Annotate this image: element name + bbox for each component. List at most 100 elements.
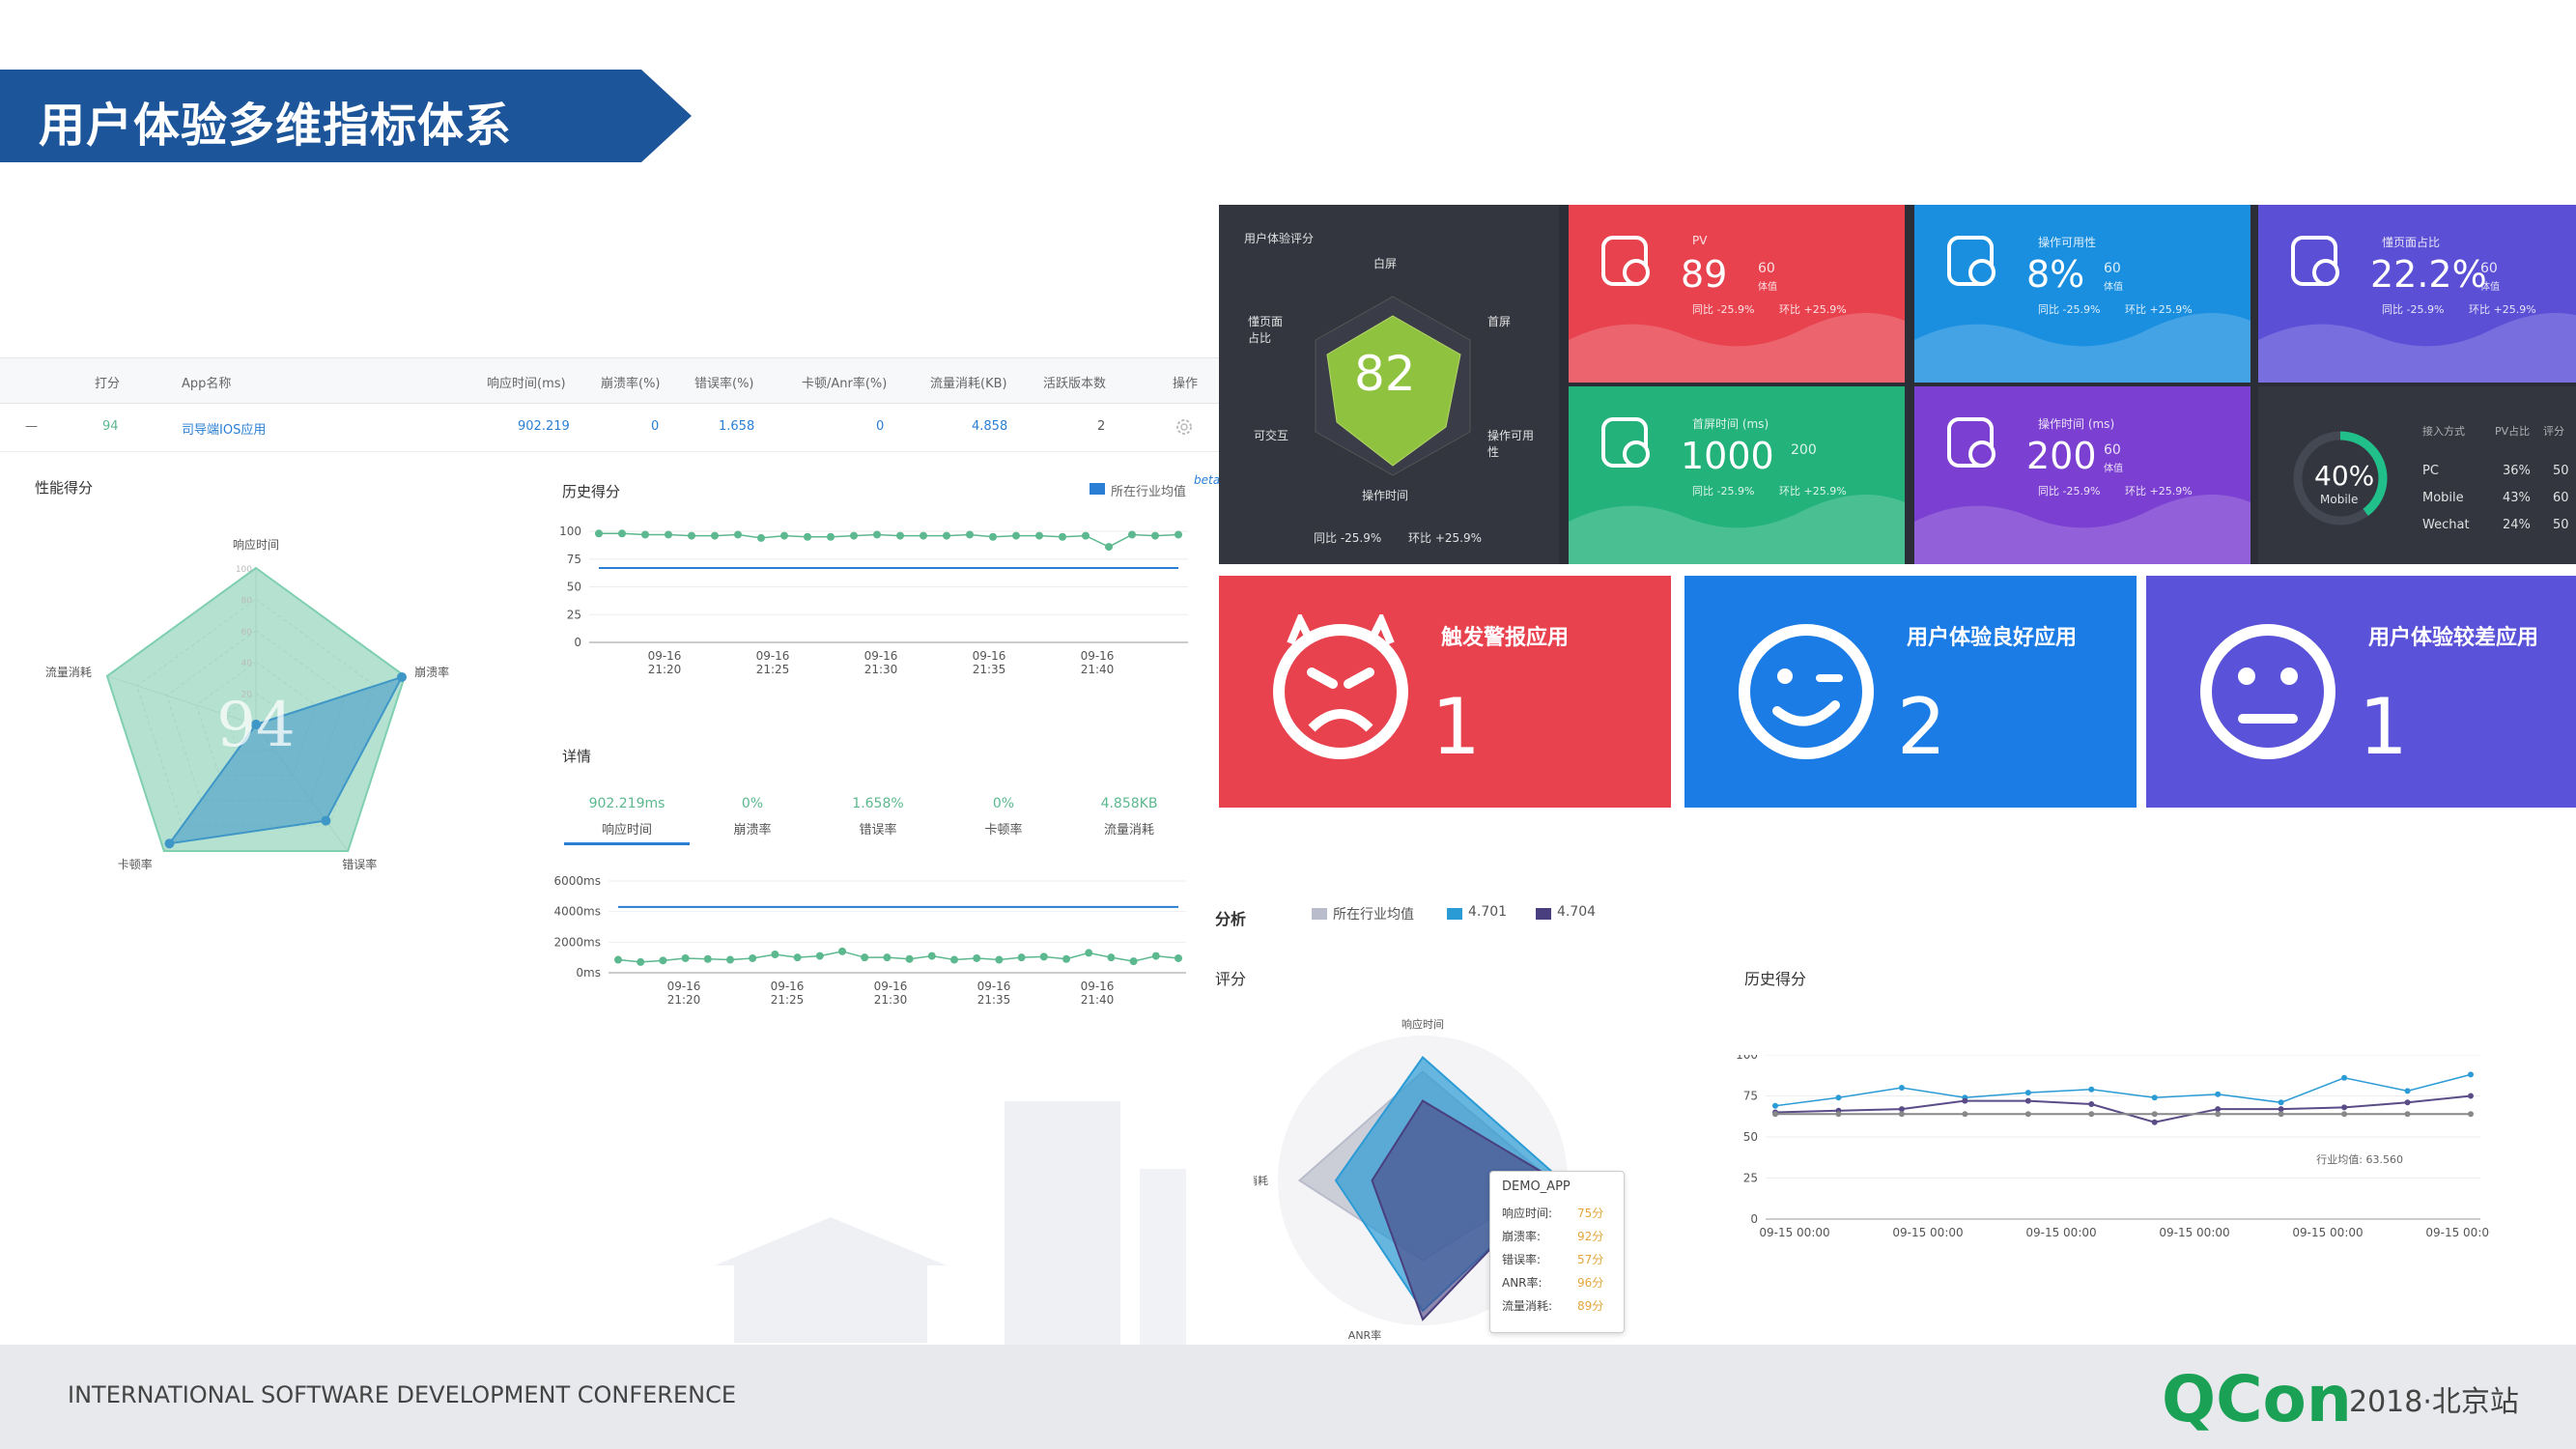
metric-card[interactable]: 操作时间 (ms) 200 60 体值 同比 -25.9% 环比 +25.9%: [1914, 386, 2250, 564]
metric-mom: 环比 +25.9%: [2469, 303, 2536, 316]
data-point: [966, 530, 974, 539]
col-app-name[interactable]: App名称: [182, 373, 231, 391]
legend-item[interactable]: 4.701: [1468, 904, 1507, 920]
tooltip-label: 崩溃率:: [1502, 1230, 1542, 1243]
metric-card[interactable]: 首屏时间 (ms) 1000 200 同比 -25.9% 环比 +25.9%: [1569, 386, 1905, 564]
data-point: [1151, 531, 1159, 540]
metric-value: 1000: [1681, 435, 1774, 477]
col-score[interactable]: 打分: [95, 373, 120, 391]
pv-cell: PC: [2422, 464, 2439, 478]
data-point: [896, 531, 904, 540]
label-first-screen: 首屏: [1487, 315, 1512, 328]
data-point: [637, 957, 645, 966]
br-history-title: 历史得分: [1744, 970, 1807, 988]
expand-toggle[interactable]: —: [25, 419, 38, 434]
detail-value[interactable]: 0%: [699, 796, 806, 811]
radar-tick: 60: [241, 628, 253, 638]
metric-mom: 环比 +25.9%: [2125, 485, 2193, 497]
tooltip-value: 75分: [1577, 1207, 1604, 1220]
col-versions[interactable]: 活跃版本数: [1043, 373, 1106, 391]
detail-active-indicator: [564, 842, 690, 845]
x-tick-label: 21:25: [771, 993, 805, 1007]
data-point: [641, 530, 649, 539]
slide-title: 用户体验多维指标体系: [39, 99, 513, 153]
y-tick-label: 25: [1743, 1172, 1758, 1185]
col-traffic[interactable]: 流量消耗(KB): [930, 373, 1007, 391]
row-crash: 0: [651, 419, 660, 434]
data-point: [665, 530, 672, 539]
col-crash[interactable]: 崩溃率(%): [601, 373, 661, 391]
detail-value[interactable]: 4.858KB: [1076, 796, 1182, 811]
history-title: 历史得分: [562, 483, 621, 500]
pv-cell: Mobile: [2422, 491, 2464, 505]
detail-value[interactable]: 0%: [950, 796, 1057, 811]
detail-label[interactable]: 崩溃率: [699, 819, 806, 838]
x-tick-label: 09-16: [1081, 980, 1115, 993]
legend-industry-avg[interactable]: 所在行业均值: [1111, 481, 1186, 499]
data-point: [1017, 953, 1026, 962]
detail-label[interactable]: 卡顿率: [950, 819, 1057, 838]
row-anr: 0: [876, 419, 885, 434]
x-tick-label: 21:20: [667, 993, 701, 1007]
tooltip-value: 96分: [1577, 1276, 1604, 1290]
data-point: [1835, 1111, 1842, 1118]
data-point: [815, 952, 824, 960]
radar-axis-label: 响应时间: [233, 537, 279, 552]
col-response[interactable]: 响应时间(ms): [487, 373, 566, 391]
pv-header: 评分: [2543, 425, 2564, 438]
ux-score: 82: [1354, 346, 1416, 402]
history-line-chart: 100755025009-1621:2009-1621:2509-1621:30…: [559, 525, 1188, 676]
label-op-time: 操作时间: [1362, 489, 1409, 502]
x-tick-label: 09-16: [977, 980, 1011, 993]
tooltip-label: 流量消耗:: [1502, 1299, 1553, 1313]
row-app-name[interactable]: 司导端IOS应用: [182, 419, 266, 438]
y-tick-label: 0: [574, 636, 581, 649]
metric-label: 首屏时间 (ms): [1692, 417, 1769, 431]
data-point: [2088, 1101, 2095, 1107]
radar-axis-label: ANR率: [1348, 1328, 1381, 1342]
gear-icon[interactable]: [1175, 417, 1194, 437]
legend-item[interactable]: 所在行业均值: [1333, 904, 1414, 923]
data-point: [1062, 954, 1070, 963]
score-panel: 用户体验评分 82 白屏 首屏 操作可用性 操作时间 可交互 懂页面占比 同比 …: [1219, 205, 1559, 564]
data-point: [1129, 957, 1138, 966]
x-tick-label: 09-15 00:00: [2159, 1226, 2229, 1239]
x-tick-label: 21:35: [973, 663, 1006, 676]
legend-swatch: [1536, 908, 1551, 920]
y-tick-label: 100: [559, 525, 581, 538]
data-point: [2151, 1094, 2158, 1101]
y-tick-label: 25: [567, 608, 581, 621]
metric-card[interactable]: 操作可用性 8% 60 体值 同比 -25.9% 环比 +25.9%: [1914, 205, 2250, 383]
y-tick-label: 0: [1750, 1212, 1758, 1226]
alert-card[interactable]: 用户体验较差应用 1: [2146, 576, 2576, 808]
detail-value[interactable]: 902.219ms: [574, 796, 680, 811]
radar-tick: 80: [241, 596, 253, 606]
detail-value[interactable]: 1.658%: [825, 796, 931, 811]
data-point: [1898, 1085, 1905, 1091]
series-line: [617, 951, 1179, 963]
col-anr[interactable]: 卡顿/Anr率(%): [802, 373, 887, 391]
data-point: [780, 531, 788, 540]
col-error[interactable]: 错误率(%): [694, 373, 754, 391]
data-point: [1962, 1111, 1968, 1118]
legend-item[interactable]: 4.704: [1557, 904, 1596, 920]
x-tick-label: 09-15 00:00: [2425, 1226, 2490, 1239]
score-panel-title: 用户体验评分: [1244, 232, 1315, 245]
detail-label[interactable]: 错误率: [825, 819, 931, 838]
data-point: [1835, 1094, 1842, 1101]
data-point: [861, 953, 869, 962]
data-point: [838, 947, 846, 955]
x-tick-label: 09-15 00:00: [2025, 1226, 2096, 1239]
perf-title: 性能得分: [35, 479, 94, 497]
metric-baseline-label: 体值: [2104, 282, 2123, 293]
detail-label[interactable]: 响应时间: [574, 819, 680, 838]
metric-yoy: 同比 -25.9%: [2382, 303, 2445, 316]
alert-card[interactable]: 触发警报应用 1: [1219, 576, 1671, 808]
mobile-percent: 40%: [2314, 460, 2375, 492]
metric-card[interactable]: 懂页面占比 22.2% 60 体值 同比 -25.9% 环比 +25.9%: [2258, 205, 2576, 383]
metric-card[interactable]: PV 89 60 体值 同比 -25.9% 环比 +25.9%: [1569, 205, 1905, 383]
alert-card[interactable]: 用户体验良好应用 2: [1684, 576, 2137, 808]
detail-line-chart: 6000ms4000ms2000ms0ms09-1621:2009-1621:2…: [554, 874, 1188, 1007]
detail-label[interactable]: 流量消耗: [1076, 819, 1182, 838]
metric-mom: 环比 +25.9%: [1779, 303, 1847, 316]
